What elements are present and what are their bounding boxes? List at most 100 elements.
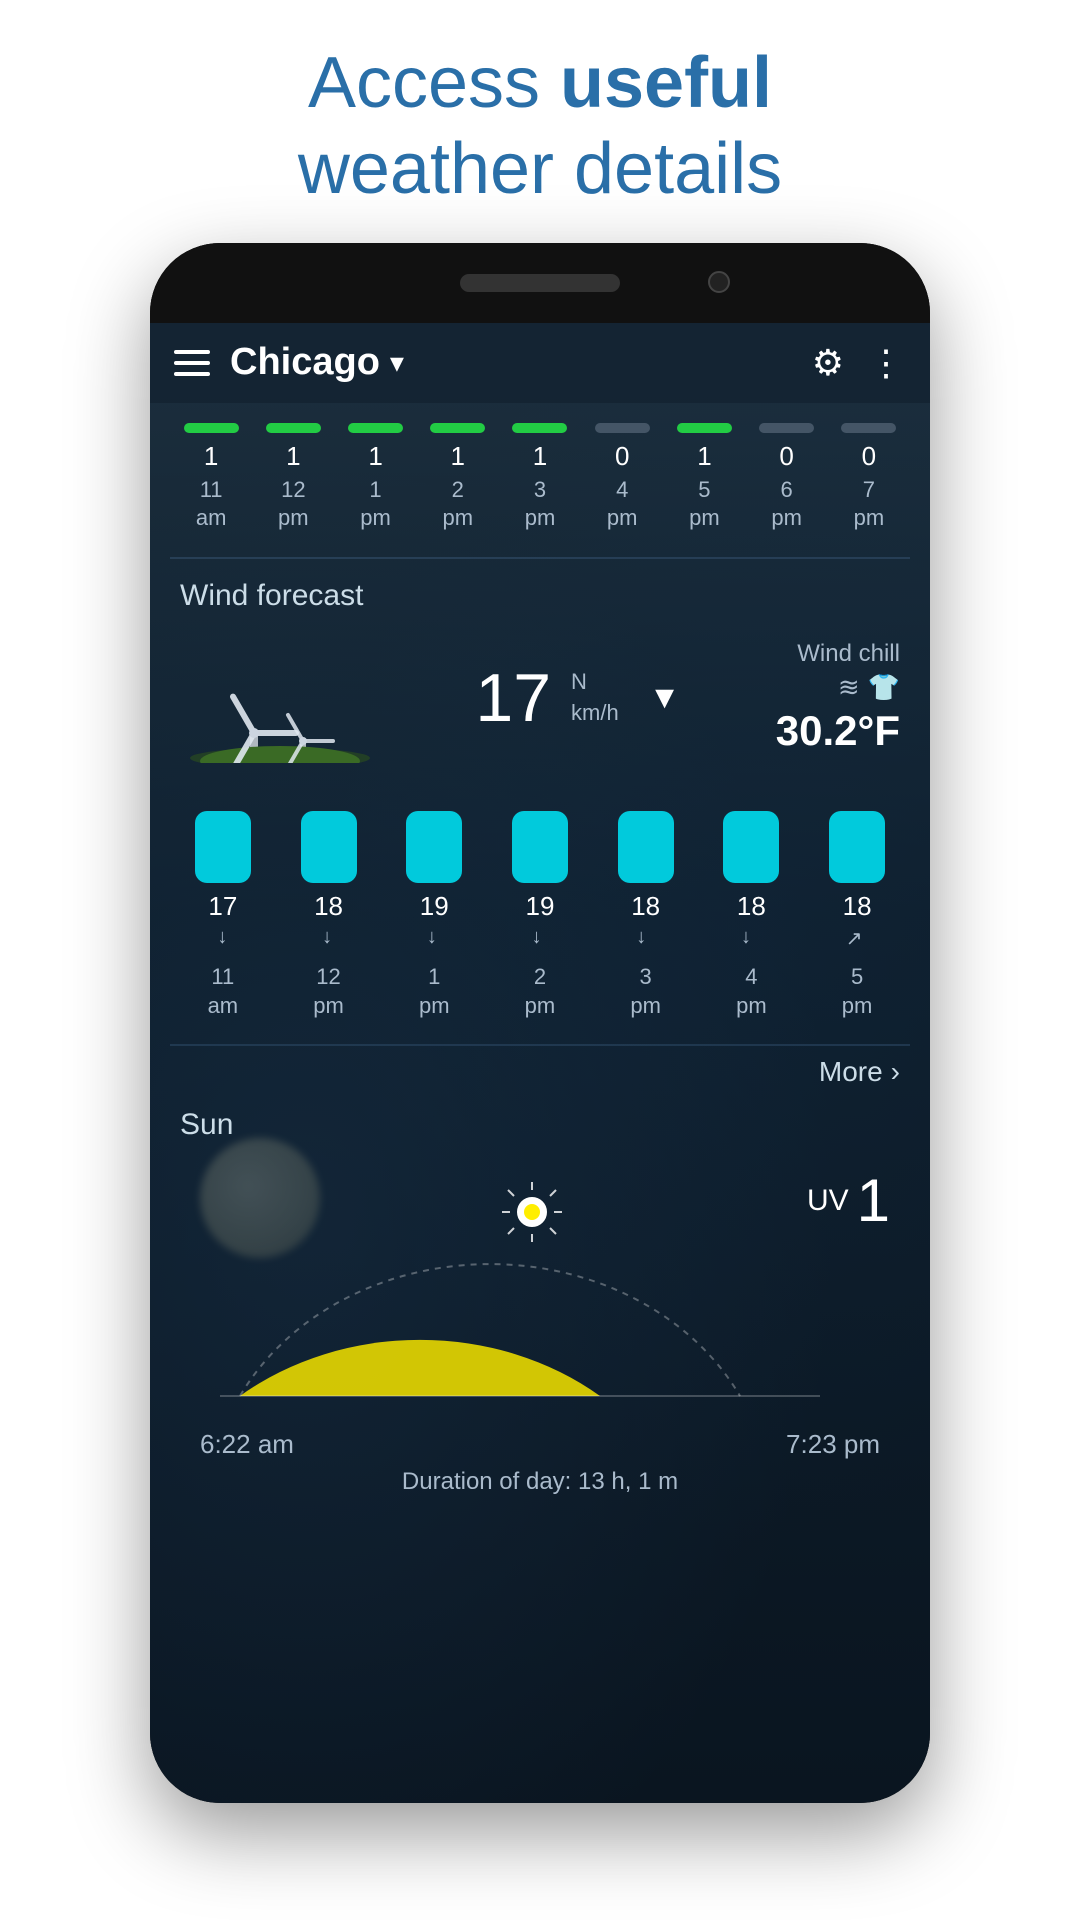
uv-bar-item-8 [841, 423, 896, 433]
wind-unit-box: N km/h [571, 667, 619, 729]
sun-times-row: 6:22 am 7:23 pm [180, 1429, 900, 1460]
wind-dir-6: ↗ [846, 926, 863, 951]
wind-speed-0: 17 [208, 891, 237, 922]
wind-bar-4 [618, 811, 674, 883]
shirt-icon: 👕 [868, 672, 900, 703]
uv-bar-row [150, 423, 930, 433]
city-dropdown-icon[interactable]: ▾ [390, 346, 404, 379]
wind-dir-4: ↓ [636, 926, 646, 951]
wind-bar-6 [829, 811, 885, 883]
uv-bar-1 [266, 423, 321, 433]
wind-speeds-row: 17 18 19 19 18 18 18 [160, 891, 920, 926]
sun-duration: Duration of day: 13 h, 1 m [180, 1460, 900, 1504]
wind-bar-3 [512, 811, 568, 883]
page-header: Access useful weather details [0, 0, 1080, 243]
hamburger-line1 [174, 350, 210, 354]
wind-speed-display: 17 N km/h ▼ [475, 664, 680, 732]
uv-val-6: 1 [674, 441, 734, 472]
wind-pill-5 [723, 811, 779, 883]
uv-bar-item-1 [266, 423, 321, 433]
wind-chill-icons: ≋ 👕 [776, 672, 900, 703]
sun-section: Sun UV 1 [150, 1098, 930, 1524]
uv-values-row: 1 1 1 1 1 0 1 0 0 [150, 441, 930, 472]
wind-time-6: 5pm [822, 963, 892, 1020]
wind-speed-1: 18 [314, 891, 343, 922]
wind-pill-0 [195, 811, 251, 883]
uv-bar-4 [512, 423, 567, 433]
wind-pill-2 [406, 811, 462, 883]
wind-turbines-graphic [180, 633, 380, 763]
wind-bar-0 [195, 811, 251, 883]
wind-pill-4 [618, 811, 674, 883]
wind-time-1: 12pm [294, 963, 364, 1020]
wind-forecast-title: Wind forecast [180, 579, 900, 613]
wind-icon: ≋ [838, 672, 860, 703]
wind-pill-3 [512, 811, 568, 883]
wind-chill-label: Wind chill [776, 640, 900, 668]
settings-icon[interactable]: ⚙ [812, 342, 844, 384]
wind-dir-1: ↓ [322, 926, 332, 951]
app-header: Chicago ▾ ⚙ ⋮ [150, 323, 930, 403]
wind-time-3: 2pm [505, 963, 575, 1020]
wind-bar-5 [723, 811, 779, 883]
wind-chill-temp: 30.2°F [776, 707, 900, 755]
wind-pill-1 [301, 811, 357, 883]
wind-speed-5: 18 [737, 891, 766, 922]
uv-val-8: 0 [839, 441, 899, 472]
phone-camera [708, 271, 730, 293]
uv-val-2: 1 [346, 441, 406, 472]
uv-label: UV [807, 1184, 849, 1218]
sun-title: Sun [180, 1108, 900, 1142]
header-line2: weather details [60, 126, 1020, 212]
more-label[interactable]: More [819, 1056, 883, 1088]
uv-time-3: 2pm [428, 476, 488, 533]
uv-bar-3 [430, 423, 485, 433]
wind-bars-row [160, 803, 920, 883]
wind-bar-2 [406, 811, 462, 883]
wind-time-5: 4pm [716, 963, 786, 1020]
wind-time-2: 1pm [399, 963, 469, 1020]
wind-time-0: 11am [188, 963, 258, 1020]
uv-bar-item-2 [348, 423, 403, 433]
more-link-row[interactable]: More › [150, 1046, 930, 1098]
wind-speed-6: 18 [843, 891, 872, 922]
more-chevron-icon: › [891, 1056, 900, 1088]
sun-arc-svg [180, 1156, 860, 1416]
wind-speed-3: 19 [526, 891, 555, 922]
uv-val-5: 0 [592, 441, 652, 472]
uv-bar-item-0 [184, 423, 239, 433]
uv-badge: UV 1 [807, 1166, 890, 1235]
wind-speed-4: 18 [631, 891, 660, 922]
menu-button[interactable] [174, 350, 210, 376]
uv-val-4: 1 [510, 441, 570, 472]
wind-dir-5: ↓ [741, 926, 751, 951]
header-text-bold: useful [560, 43, 772, 123]
uv-value: 1 [857, 1166, 890, 1235]
uv-val-3: 1 [428, 441, 488, 472]
wind-time-4: 3pm [611, 963, 681, 1020]
wind-arrow-icon: ▼ [649, 679, 681, 716]
hamburger-line3 [174, 372, 210, 376]
wind-speed-2: 19 [420, 891, 449, 922]
uv-time-8: 7pm [839, 476, 899, 533]
hourly-uv-section: 1 1 1 1 1 0 1 0 0 11am 12pm 1pm 2pm 3pm … [150, 403, 930, 557]
uv-bar-item-6 [677, 423, 732, 433]
uv-val-7: 0 [757, 441, 817, 472]
uv-val-0: 1 [181, 441, 241, 472]
uv-bar-8 [841, 423, 896, 433]
uv-bar-item-4 [512, 423, 567, 433]
phone-speaker [460, 274, 620, 292]
uv-bar-item-5 [595, 423, 650, 433]
uv-times-row: 11am 12pm 1pm 2pm 3pm 4pm 5pm 6pm 7pm [150, 472, 930, 547]
wind-dir-2: ↓ [427, 926, 437, 951]
uv-bar-2 [348, 423, 403, 433]
uv-time-6: 5pm [674, 476, 734, 533]
uv-bar-6 [677, 423, 732, 433]
uv-val-1: 1 [263, 441, 323, 472]
wind-dir-0: ↓ [217, 926, 227, 951]
wind-pill-6 [829, 811, 885, 883]
more-menu-icon[interactable]: ⋮ [868, 342, 906, 384]
wind-speed-number: 17 [475, 660, 551, 736]
wind-bar-1 [301, 811, 357, 883]
wind-forecast-content: 17 N km/h ▼ Wind chill ≋ 👕 30.2°F [180, 633, 900, 763]
